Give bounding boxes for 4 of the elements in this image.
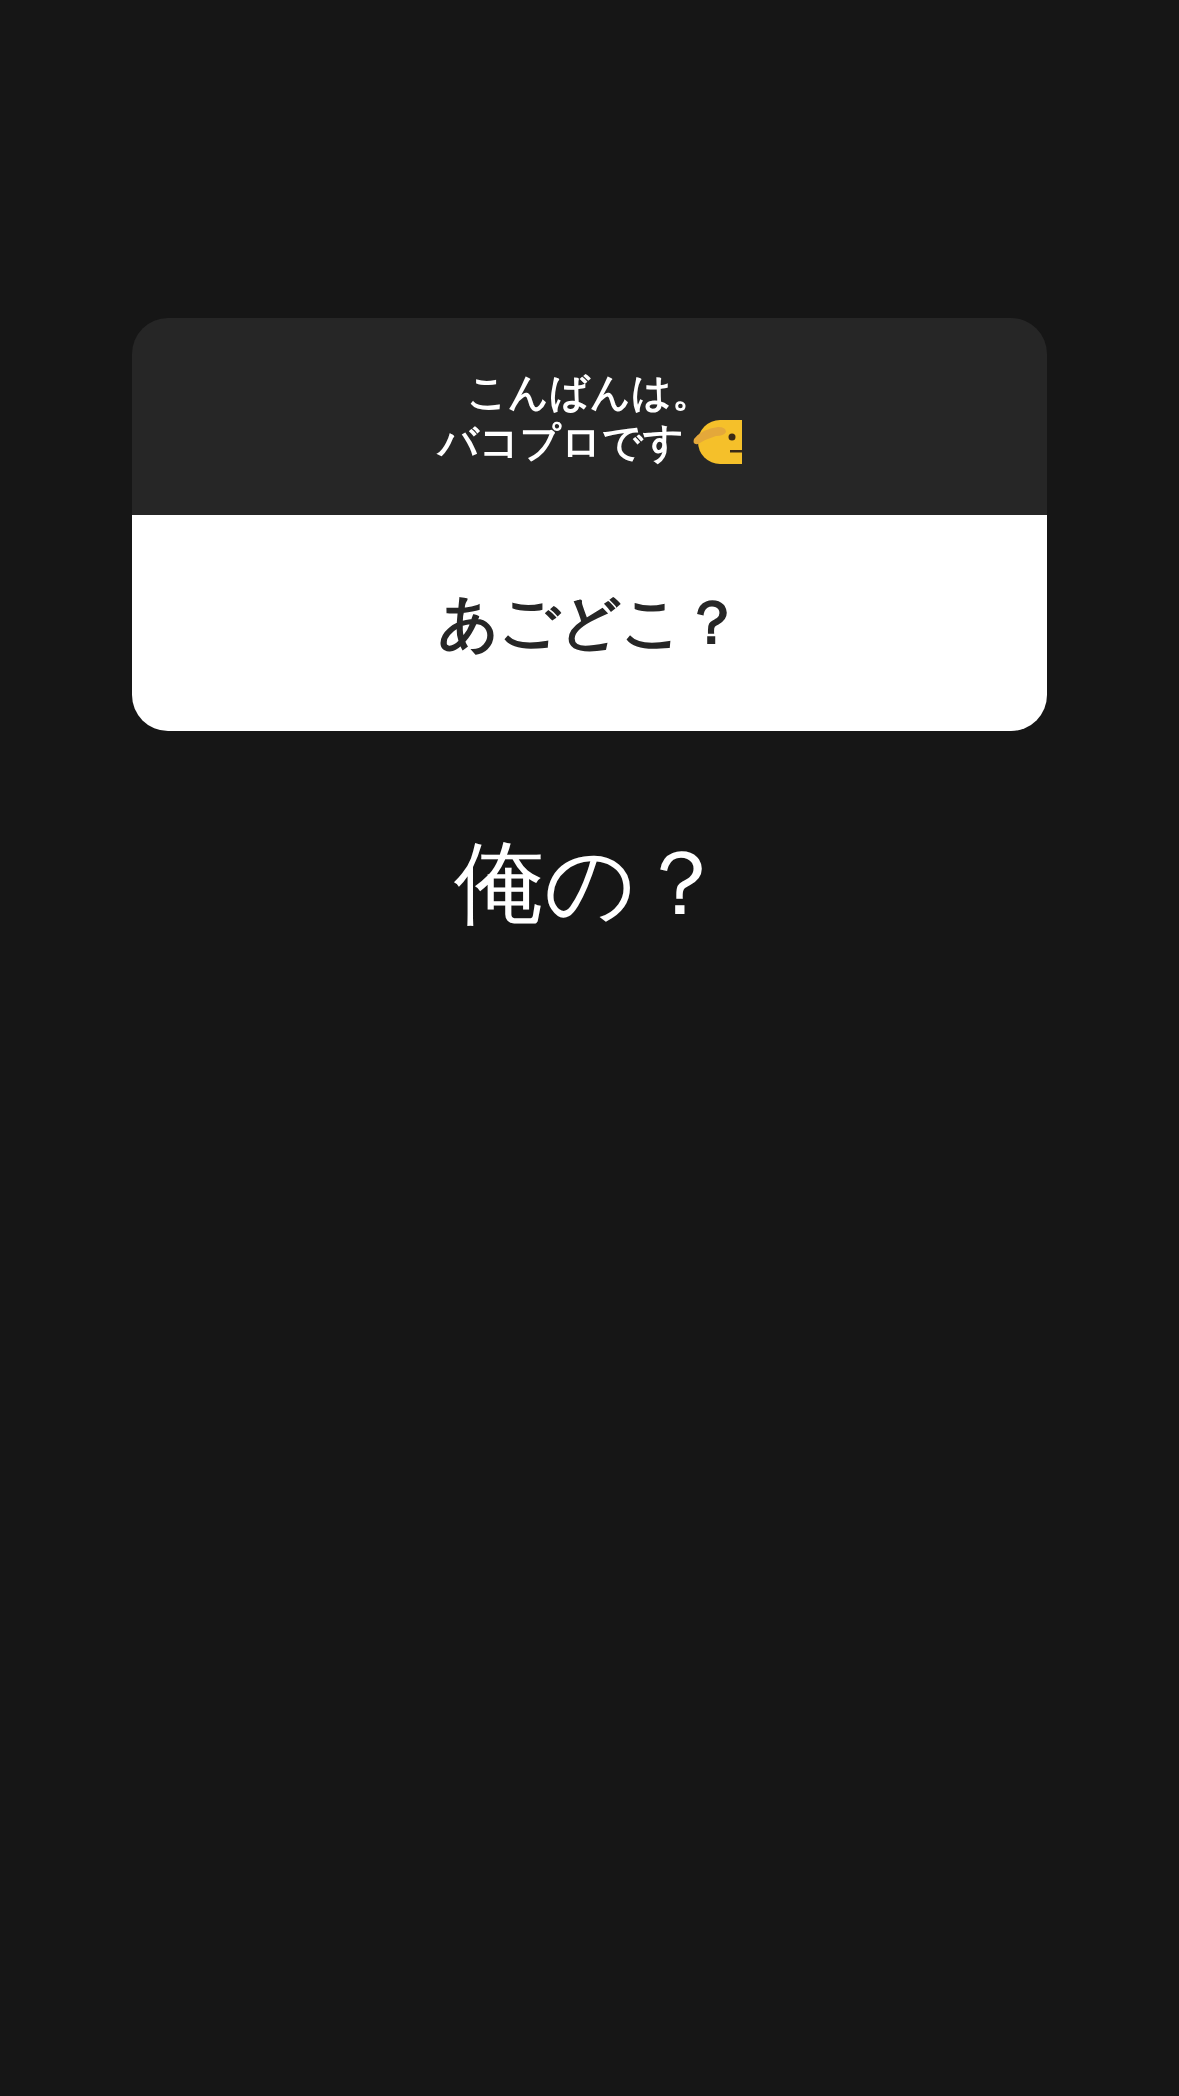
answer-text: あごどこ？ [437,585,742,659]
question-text: こんばんは。 [467,367,712,417]
question-text: バコプロです [437,417,684,467]
reply-text: 俺の？ [453,829,726,937]
